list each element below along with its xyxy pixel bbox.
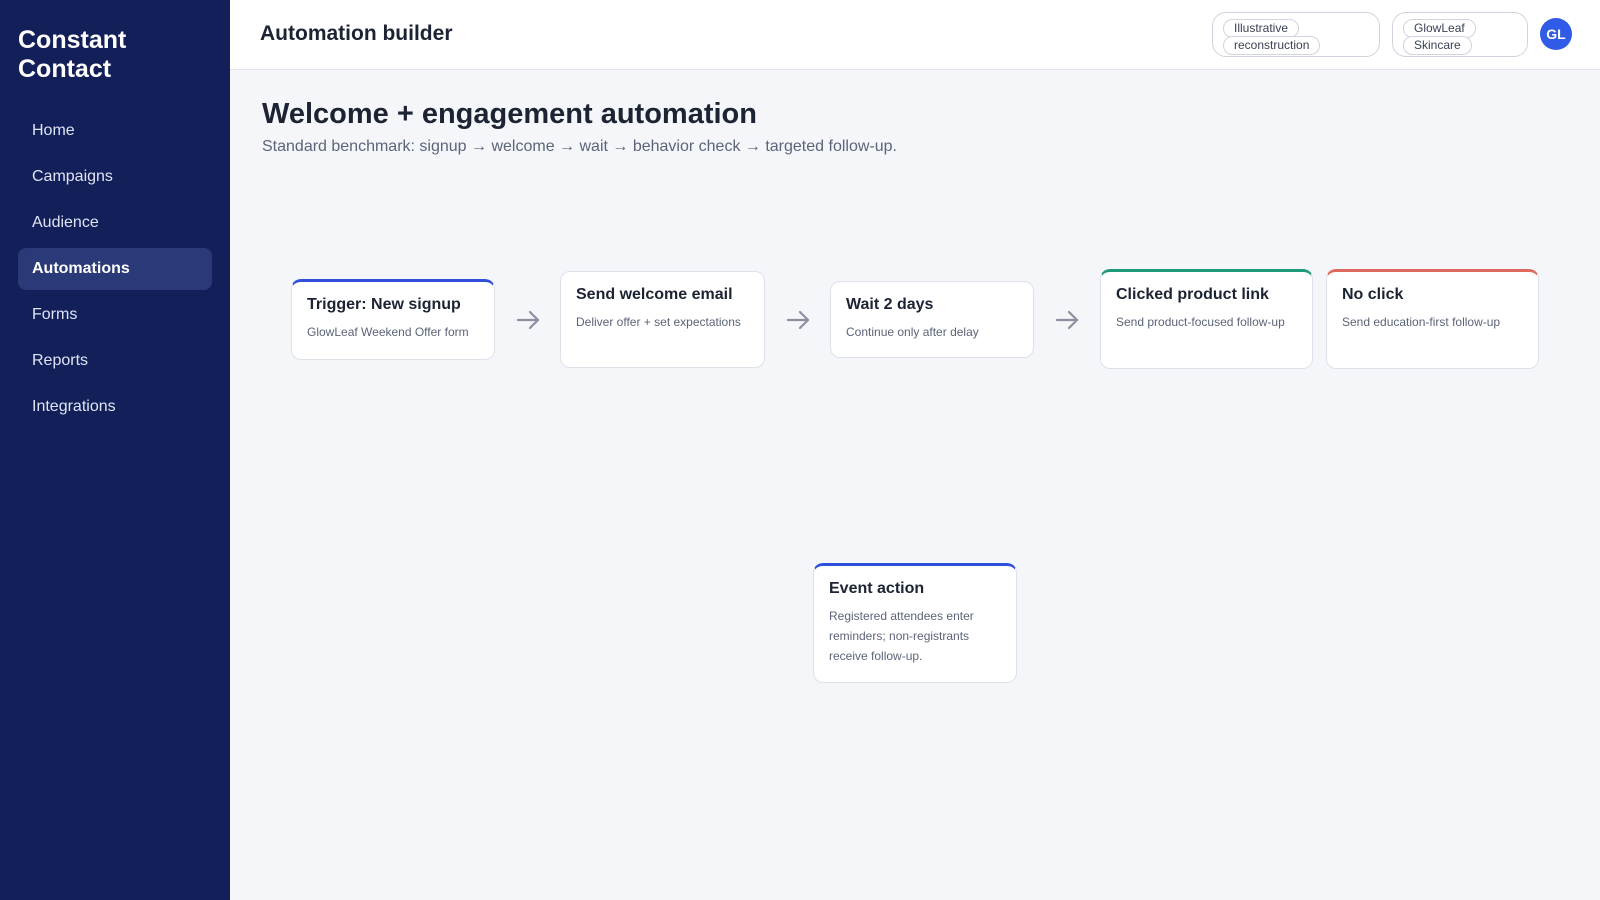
flow-step-title: Clicked product link <box>1116 286 1269 303</box>
flow-step-desc: Send product-focused follow-up <box>1116 315 1285 329</box>
flow-step-welcome-email[interactable]: Send welcome email Deliver offer + set e… <box>560 271 765 368</box>
flow-step-desc: Continue only after delay <box>846 325 979 339</box>
flow-step-desc: Deliver offer + set expectations <box>576 315 741 329</box>
arrow-right-icon <box>1055 310 1079 330</box>
flow-step-title: Send welcome email <box>576 286 733 303</box>
flow-step-trigger[interactable]: Trigger: New signup GlowLeaf Weekend Off… <box>291 279 495 360</box>
sidebar: Constant Contact Home Campaigns Audience… <box>0 0 230 900</box>
flow-branch-clicked[interactable]: Clicked product link Send product-focuse… <box>1100 269 1313 369</box>
arrow-right-icon <box>516 310 540 330</box>
page-subtitle: Standard benchmark: signup → welcome → w… <box>262 138 897 155</box>
brand-logo[interactable]: Constant Contact <box>18 26 168 84</box>
flow-step-title: Trigger: New signup <box>307 296 461 313</box>
flow-step-desc: GlowLeaf Weekend Offer form <box>307 325 469 339</box>
sidebar-item-automations[interactable]: Automations <box>18 248 212 290</box>
account-badge-line2: Skincare <box>1403 36 1472 55</box>
sidebar-item-reports[interactable]: Reports <box>18 340 212 382</box>
flow-step-title: Event action <box>829 580 925 597</box>
flow-step-desc: Send education-first follow-up <box>1342 315 1501 329</box>
sidebar-item-campaigns[interactable]: Campaigns <box>18 156 212 198</box>
account-badge[interactable]: GlowLeaf Skincare <box>1392 12 1528 57</box>
flow-event-action[interactable]: Event action Registered attendees enter … <box>813 563 1017 683</box>
page-header-title: Automation builder <box>260 22 453 45</box>
top-bar: Automation builder Illustrative reconstr… <box>230 0 1600 70</box>
page-title: Welcome + engagement automation <box>262 98 757 130</box>
avatar[interactable]: GL <box>1540 18 1572 50</box>
illustrative-badge-line2: reconstruction <box>1223 36 1321 55</box>
flow-step-wait[interactable]: Wait 2 days Continue only after delay <box>830 281 1034 358</box>
flow-step-desc: Registered attendees enter reminders; no… <box>829 609 974 663</box>
flow-branch-no-click[interactable]: No click Send education-first follow-up <box>1326 269 1539 369</box>
illustrative-badge: Illustrative reconstruction <box>1212 12 1380 57</box>
arrow-right-icon <box>786 310 810 330</box>
sidebar-item-integrations[interactable]: Integrations <box>18 386 212 428</box>
sidebar-item-home[interactable]: Home <box>18 110 212 152</box>
flow-step-title: No click <box>1342 286 1404 303</box>
sidebar-item-audience[interactable]: Audience <box>18 202 212 244</box>
flow-step-title: Wait 2 days <box>846 296 934 313</box>
sidebar-item-forms[interactable]: Forms <box>18 294 212 336</box>
